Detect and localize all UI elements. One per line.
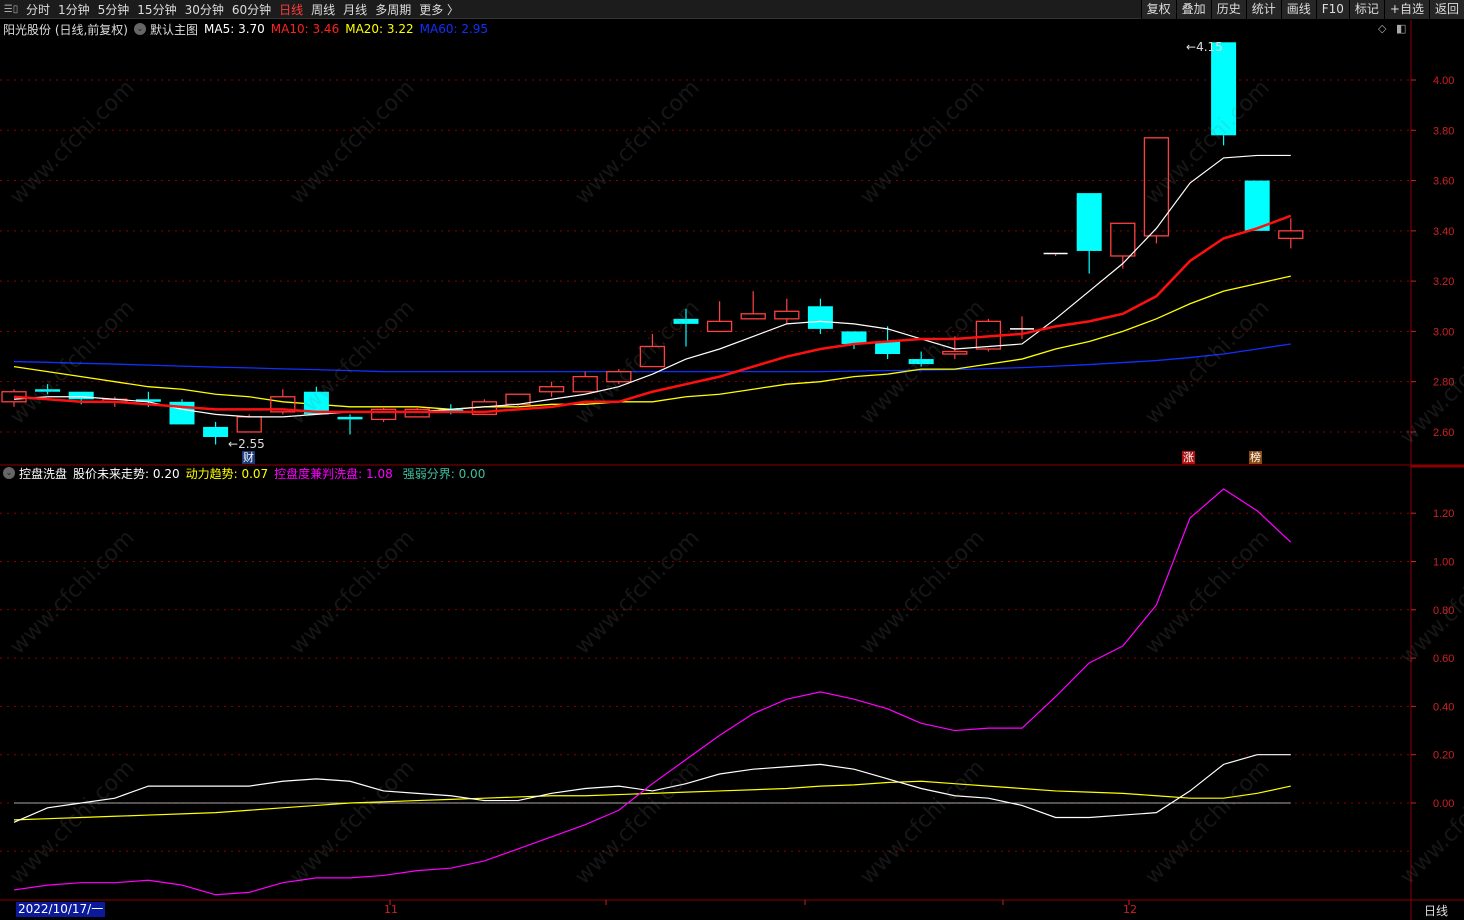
sub-legend: ⌄ 控盘洗盘 股价未来走势: 0.20 动力趋势: 0.07 控盘度兼判洗盘: … [3, 465, 491, 481]
candle-up [774, 310, 800, 320]
period-tab-6[interactable]: 日线 [275, 1, 307, 18]
candle-down [35, 389, 61, 392]
sub-y-tick-label: 0.40 [1433, 701, 1454, 713]
candle-down [1211, 42, 1237, 136]
candle-down [1076, 193, 1102, 251]
candle-up [639, 345, 666, 368]
ma10-label: MA10: 3.46 [270, 22, 340, 36]
control-line [13, 488, 1292, 896]
candle-up [706, 320, 733, 333]
tool-button-2[interactable]: 历史 [1210, 0, 1246, 19]
month-label-12: 12 [1123, 903, 1137, 916]
candle-up [1110, 222, 1136, 257]
tool-button-7[interactable]: +自选 [1383, 0, 1429, 19]
tool-button-1[interactable]: 叠加 [1175, 0, 1211, 19]
period-tab-2[interactable]: 5分钟 [94, 1, 134, 18]
y-tick-label: 3.40 [1433, 226, 1454, 238]
candle-up [1143, 137, 1170, 237]
divide-label: 强弱分界: 0.00 [402, 466, 486, 481]
tool-button-3[interactable]: 统计 [1245, 0, 1281, 19]
period-tab-3[interactable]: 15分钟 [133, 1, 180, 18]
candle-down [807, 306, 833, 329]
chevron-down-icon[interactable]: ⌄ [3, 467, 15, 479]
period-tab-1[interactable]: 1分钟 [54, 1, 94, 18]
rank-badge[interactable]: 榜 [1249, 451, 1262, 464]
candle-down [337, 416, 363, 420]
period-tab-8[interactable]: 月线 [339, 1, 371, 18]
low-price-value: 2.55 [238, 437, 265, 451]
low-price-marker: ←2.55 [228, 437, 265, 451]
y-tick-label: 3.00 [1433, 326, 1454, 338]
sub-y-tick-label: 1.20 [1433, 508, 1454, 520]
future-trend-label: 股价未来走势: 0.20 [73, 466, 180, 481]
chevron-down-icon[interactable]: ⌄ [134, 23, 146, 35]
period-label[interactable]: 日线 [1424, 902, 1448, 919]
high-price-value: 4.15 [1196, 40, 1223, 54]
power-trend-line [13, 780, 1291, 821]
ma60-line [13, 343, 1291, 373]
tool-button-8[interactable]: 返回 [1428, 0, 1464, 19]
period-tab-4[interactable]: 30分钟 [181, 1, 228, 18]
candle-up [942, 350, 968, 355]
period-toolbar: ☰▯ 分时 1分钟 5分钟 15分钟 30分钟 60分钟 日线 周线 月线 多周期 更多 〉 复权叠… [0, 0, 1464, 19]
candle-down [203, 426, 229, 437]
template-name[interactable]: 默认主图 [150, 21, 198, 38]
period-tab-9[interactable]: 多周期 [371, 1, 415, 18]
future-trend-line [13, 754, 1291, 823]
y-tick-label: 3.60 [1433, 176, 1454, 188]
indicator-title[interactable]: 控盘洗盘 [19, 465, 67, 482]
limit-up-badge[interactable]: 涨 [1182, 451, 1195, 464]
y-tick-label: 2.60 [1433, 427, 1454, 439]
candle-down [68, 391, 94, 400]
y-tick-label: 2.80 [1433, 377, 1454, 389]
tool-button-0[interactable]: 复权 [1140, 0, 1176, 19]
candle-down [908, 359, 934, 365]
control-label: 控盘度兼判洗盘: 1.08 [274, 466, 393, 481]
candle-up [572, 376, 598, 393]
power-trend-label: 动力趋势: 0.07 [185, 466, 269, 481]
chart-canvas[interactable]: 4.00 3.80 3.60 3.40 3.20 3.00 2.80 2.60 1.20 1.00… [0, 0, 1464, 920]
ma60-label: MA60: 2.95 [419, 22, 489, 36]
cursor-date: 2022/10/17/一 [16, 902, 106, 917]
y-tick-label: 3.80 [1433, 125, 1454, 137]
period-tab-10[interactable]: 更多 〉 [415, 1, 463, 18]
sub-y-tick-label: 0.20 [1433, 750, 1454, 762]
main-legend: 阳光股份 (日线,前复权) ⌄ 默认主图 MA5: 3.70 MA10: 3.4… [3, 21, 494, 37]
stock-title: 阳光股份 (日线,前复权) [3, 22, 128, 37]
period-tab-0[interactable]: 分时 [22, 1, 54, 18]
diamond-icon[interactable]: ◇ [1378, 22, 1386, 35]
candle-down [1244, 180, 1270, 231]
menu-icon[interactable]: ☰▯ [0, 0, 22, 19]
y-tick-label: 3.20 [1433, 276, 1454, 288]
sub-y-tick-label: 0.00 [1433, 798, 1454, 810]
month-label-11: 11 [384, 903, 398, 916]
sub-y-tick-label: 0.80 [1433, 605, 1454, 617]
y-tick-label: 4.00 [1433, 75, 1454, 87]
sub-y-tick-label: 1.00 [1433, 557, 1454, 569]
panel-toggle-icon[interactable]: ◧ [1396, 22, 1406, 35]
period-tab-5[interactable]: 60分钟 [228, 1, 275, 18]
period-tab-7[interactable]: 周线 [307, 1, 339, 18]
tool-button-6[interactable]: 标记 [1348, 0, 1384, 19]
candle-up [740, 313, 766, 320]
sub-y-tick-label: 0.60 [1433, 653, 1454, 665]
finance-badge[interactable]: 财 [242, 451, 255, 464]
tool-button-4[interactable]: 画线 [1280, 0, 1316, 19]
ma20-label: MA20: 3.22 [345, 22, 414, 36]
high-price-marker: ←4.15 [1186, 40, 1223, 54]
candle-up [606, 370, 632, 383]
candle-up [404, 408, 430, 418]
candle-up [538, 386, 565, 393]
candle-down [673, 318, 699, 324]
tool-button-5[interactable]: F10 [1315, 0, 1349, 19]
ma5-label: MA5: 3.70 [204, 22, 265, 36]
candle-up [236, 416, 262, 433]
candle-up [1278, 230, 1304, 240]
